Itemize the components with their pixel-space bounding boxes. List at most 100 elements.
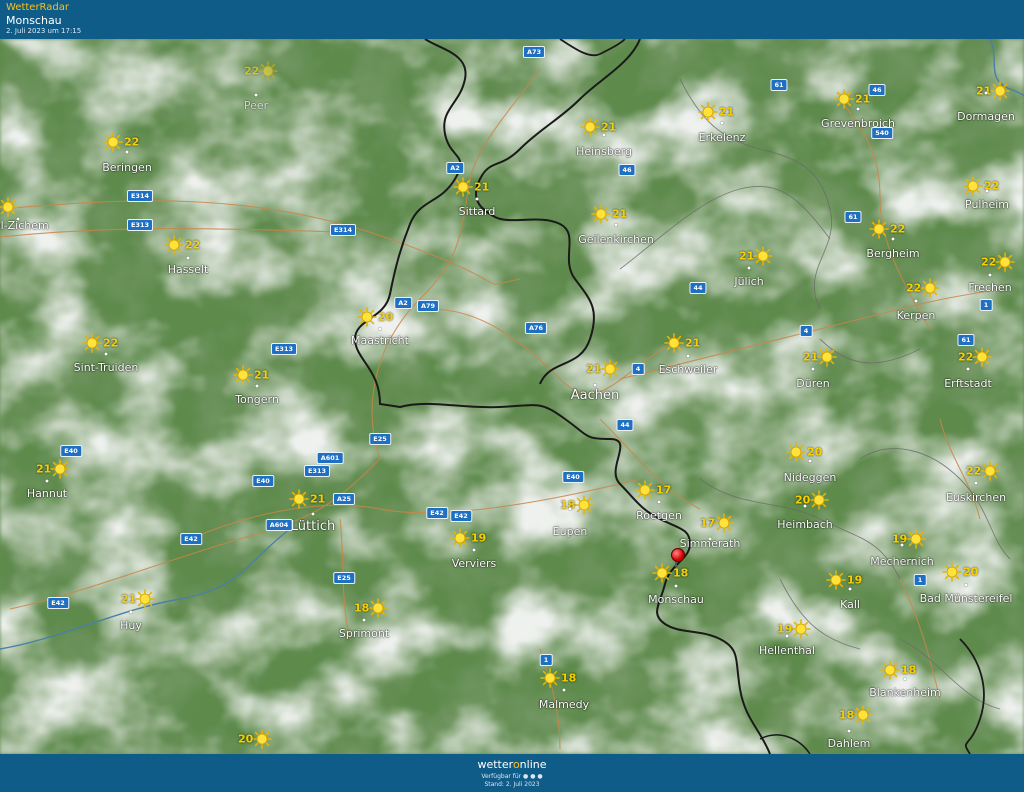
footer-logo[interactable]: wetteronline (0, 758, 1024, 771)
radar-map[interactable]: 22 Peer 22 Beringen 21 vel-Zichem 22 Hasselt 22 S… (0, 39, 1024, 754)
city-label-juelich[interactable]: Jülich (734, 275, 763, 288)
city-label-eschweiler[interactable]: Eschweiler (659, 363, 718, 376)
city-dot (562, 688, 566, 692)
road-shield: A604 (265, 519, 293, 531)
city-label-sittard[interactable]: Sittard (459, 205, 496, 218)
city-label-huy[interactable]: Huy (120, 619, 142, 632)
road-shield: E42 (426, 507, 448, 519)
city-dot (785, 634, 789, 638)
temperature-bergheim: 22 (890, 222, 906, 236)
temperature-bad-muenstereifel: 20 (963, 565, 979, 579)
city-label-tongern[interactable]: Tongern (235, 393, 279, 406)
sun-icon (103, 132, 123, 152)
city-label-pulheim[interactable]: Pulheim (965, 198, 1009, 211)
sun-icon (580, 117, 600, 137)
city-label-hannut[interactable]: Hannut (27, 487, 67, 500)
sun-icon (753, 246, 773, 266)
city-label-hasselt[interactable]: Hasselt (168, 263, 209, 276)
city-label-dormagen[interactable]: Dormagen (957, 110, 1015, 123)
temperature-monschau: 18 (673, 566, 689, 580)
sun-icon (972, 347, 992, 367)
city-label-erkelenz[interactable]: Erkelenz (699, 131, 746, 144)
city-label-roetgen[interactable]: Roetgen (636, 509, 682, 522)
city-label-peer[interactable]: Peer (244, 99, 268, 112)
city-label-bergheim[interactable]: Bergheim (866, 247, 919, 260)
road-shield: A2 (446, 162, 464, 174)
temperature-roetgen: 17 (656, 483, 672, 497)
city-dot (966, 367, 970, 371)
city-dot (747, 266, 751, 270)
sun-icon (50, 459, 70, 479)
city-label-luettich[interactable]: Lüttich (291, 519, 335, 534)
sun-icon (817, 347, 837, 367)
temperature-maastricht: 20 (378, 310, 394, 324)
city-label-verviers[interactable]: Verviers (452, 557, 497, 570)
top-bar: WetterRadar Monschau 2. Juli 2023 um 17:… (0, 0, 1024, 39)
city-label-dahlem[interactable]: Dahlem (828, 737, 871, 750)
city-dot (104, 352, 108, 356)
footer-status: Stand: 2. Juli 2023 (484, 781, 540, 788)
road-shield: E313 (270, 343, 298, 355)
city-label-frechen[interactable]: Frechen (968, 281, 1011, 294)
temperature-aachen: 21 (586, 362, 602, 376)
city-label-euskirchen[interactable]: Euskirchen (946, 491, 1006, 504)
city-label-erftstadt[interactable]: Erftstadt (944, 377, 992, 390)
city-label-eupen[interactable]: Eupen (553, 525, 588, 538)
city-dot (686, 354, 690, 358)
sun-icon (652, 563, 672, 583)
android-icon: ● (530, 773, 536, 780)
city-dot (985, 189, 989, 193)
city-label-blankenheim[interactable]: Blankenheim (869, 686, 941, 699)
sun-icon (869, 219, 889, 239)
sun-icon (791, 619, 811, 639)
city-label-kerpen[interactable]: Kerpen (897, 309, 936, 322)
city-label-malmedy[interactable]: Malmedy (539, 698, 589, 711)
city-label-kall[interactable]: Kall (840, 598, 860, 611)
city-label-dueren[interactable]: Düren (796, 377, 829, 390)
road-shield: E25 (333, 572, 355, 584)
road-shield: 61 (770, 79, 788, 91)
city-dot (475, 197, 479, 201)
city-dot (255, 384, 259, 388)
city-label-hellenthal[interactable]: Hellenthal (759, 644, 815, 657)
city-label-sint-truiden[interactable]: Sint-Truiden (74, 361, 139, 374)
city-label-heimbach[interactable]: Heimbach (777, 518, 833, 531)
city-label-monschau[interactable]: Monschau (648, 593, 704, 606)
sun-icon (963, 176, 983, 196)
sun-icon (906, 529, 926, 549)
city-label-mechernich[interactable]: Mechernich (870, 555, 933, 568)
sun-icon (233, 365, 253, 385)
apple-icon: ● (523, 773, 529, 780)
sun-icon (826, 570, 846, 590)
city-label-maastricht[interactable]: Maastricht (351, 334, 409, 347)
city-dot (914, 299, 918, 303)
city-label-simmerath[interactable]: Simmerath (680, 537, 741, 550)
sun-icon (990, 81, 1010, 101)
city-dot (657, 500, 661, 504)
logo-text-o: o (512, 758, 520, 771)
temperature-bottom-left: 20 (238, 732, 254, 746)
sun-icon (368, 598, 388, 618)
city-label-bad-muenstereifel[interactable]: Bad Münstereifel (920, 592, 1013, 605)
sun-icon (289, 489, 309, 509)
city-dot (903, 677, 907, 681)
city-dot (720, 121, 724, 125)
temperature-euskirchen: 22 (966, 464, 982, 478)
temperature-eschweiler: 21 (685, 336, 701, 350)
city-label-heusden-zolder[interactable]: vel-Zichem (0, 219, 49, 232)
city-label-aachen[interactable]: Aachen (571, 388, 619, 403)
sun-icon (980, 461, 1000, 481)
temperature-sittard: 21 (474, 180, 490, 194)
city-dot (856, 107, 860, 111)
road-shield: A79 (416, 300, 440, 312)
road-shield: 4 (631, 363, 645, 375)
location-pin-icon[interactable] (671, 548, 685, 562)
city-label-nideggen[interactable]: Nideggen (784, 471, 837, 484)
city-label-sprimont[interactable]: Sprimont (339, 627, 389, 640)
city-label-geilenkirchen[interactable]: Geilenkirchen (578, 233, 654, 246)
temperature-luettich: 21 (310, 492, 326, 506)
city-label-beringen[interactable]: Beringen (102, 161, 152, 174)
city-dot (362, 618, 366, 622)
city-label-heinsberg[interactable]: Heinsberg (576, 145, 632, 158)
road-shield: 46 (868, 84, 886, 96)
